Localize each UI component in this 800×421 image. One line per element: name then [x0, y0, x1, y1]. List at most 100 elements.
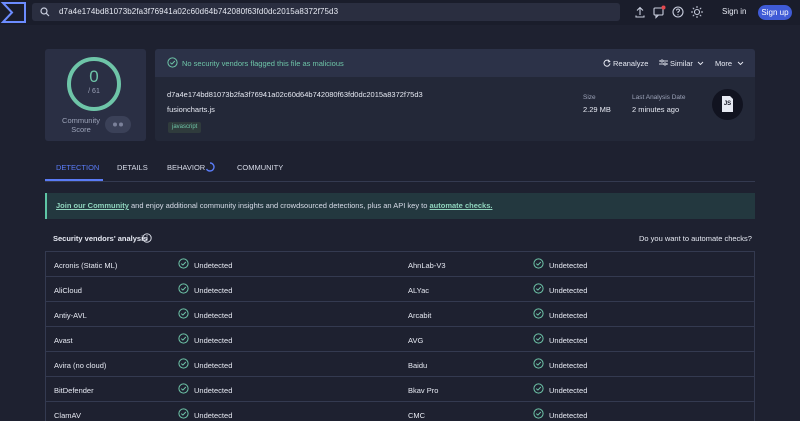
file-tag[interactable]: javascript — [168, 122, 202, 133]
search-icon — [40, 7, 50, 17]
sign-up-button[interactable]: Sign up — [758, 5, 792, 20]
check-circle-icon — [178, 408, 189, 419]
vendor-name: ClamAV — [54, 411, 81, 420]
vendor-name: AhnLab-V3 — [408, 261, 446, 270]
similar-button[interactable]: Similar — [659, 59, 704, 68]
virustotal-logo-icon[interactable] — [0, 0, 28, 25]
vendor-name: Acronis (Static ML) — [54, 261, 118, 270]
table-row: BitDefender Undetected Bkav Pro Undetected — [46, 377, 754, 402]
automate-checks-link[interactable]: automate checks. — [430, 201, 493, 210]
detection-result: Undetected — [549, 386, 588, 395]
community-alert: Join our Community and enjoy additional … — [45, 193, 755, 219]
upload-icon[interactable] — [633, 5, 647, 19]
detection-result: Undetected — [194, 286, 233, 295]
vendor-name: AliCloud — [54, 286, 82, 295]
detection-result: Undetected — [549, 311, 588, 320]
notification-icon[interactable] — [652, 5, 666, 19]
check-circle-icon — [178, 283, 189, 294]
check-circle-icon — [533, 258, 544, 269]
table-row: AliCloud Undetected ALYac Undetected — [46, 277, 754, 302]
vendor-name: BitDefender — [54, 386, 94, 395]
detection-result: Undetected — [194, 311, 233, 320]
table-row: Avast Undetected AVG Undetected — [46, 327, 754, 352]
detection-result: Undetected — [549, 336, 588, 345]
chevron-down-icon — [697, 61, 704, 66]
sign-in-link[interactable]: Sign in — [722, 7, 746, 16]
info-icon[interactable] — [142, 233, 152, 243]
alert-text: and enjoy additional community insights … — [128, 201, 430, 210]
size-value: 2.29 MB — [583, 105, 611, 114]
vendor-name: Avast — [54, 336, 73, 345]
detection-result: Undetected — [194, 336, 233, 345]
detection-count: 0 — [89, 67, 99, 86]
community-score-label: Community Score — [62, 116, 100, 134]
join-community-link[interactable]: Join our Community — [56, 201, 129, 210]
tab-details[interactable]: DETAILS — [117, 163, 148, 172]
check-circle-icon — [533, 383, 544, 394]
check-circle-icon — [178, 358, 189, 369]
detection-result: Undetected — [549, 361, 588, 370]
loading-spinner-icon — [205, 162, 215, 172]
community-vote-toggle[interactable] — [105, 116, 131, 133]
detection-result: Undetected — [549, 261, 588, 270]
reanalyze-button[interactable]: Reanalyze — [603, 59, 648, 68]
size-label: Size — [583, 94, 596, 101]
community-score-card: 0 / 61 Community Score — [45, 49, 146, 141]
search-bar[interactable]: d7a4e174bd81073b2fa3f76941a02c60d64b7420… — [32, 3, 620, 21]
vote-icon — [113, 122, 123, 127]
more-button[interactable]: More — [715, 59, 744, 68]
file-info-panel: No security vendors flagged this file as… — [155, 49, 755, 141]
file-type-icon: JS — [712, 89, 743, 120]
detection-result: Undetected — [549, 286, 588, 295]
tab-behavior[interactable]: BEHAVIOR — [167, 163, 205, 172]
vendor-name: ALYac — [408, 286, 429, 295]
check-circle-icon — [533, 358, 544, 369]
automate-checks-question[interactable]: Do you want to automate checks? — [639, 234, 752, 243]
similar-icon — [659, 59, 668, 66]
table-row: ClamAV Undetected CMC Undetected — [46, 402, 754, 421]
reanalyze-label: Reanalyze — [613, 59, 649, 68]
detection-result: Undetected — [194, 411, 233, 420]
vendor-name: Antiy-AVL — [54, 311, 87, 320]
top-bar: d7a4e174bd81073b2fa3f76941a02c60d64b7420… — [0, 0, 800, 25]
detection-result: Undetected — [194, 361, 233, 370]
check-circle-icon — [178, 258, 189, 269]
analysis-date-value: 2 minutes ago — [632, 105, 680, 114]
check-circle-icon — [533, 308, 544, 319]
detection-total: / 61 — [88, 88, 100, 95]
theme-toggle-icon[interactable] — [690, 5, 704, 19]
similar-label: Similar — [670, 59, 693, 68]
check-circle-icon — [178, 333, 189, 344]
detection-result: Undetected — [549, 411, 588, 420]
vendor-name: Avira (no cloud) — [54, 361, 107, 370]
vendor-name: Arcabit — [408, 311, 432, 320]
tab-community[interactable]: COMMUNITY — [237, 163, 283, 172]
chevron-down-icon — [737, 61, 744, 66]
tabs-divider — [45, 181, 755, 182]
check-circle-icon — [533, 408, 544, 419]
analysis-date-label: Last Analysis Date — [632, 94, 686, 101]
more-label: More — [715, 59, 733, 68]
search-input[interactable]: d7a4e174bd81073b2fa3f76941a02c60d64b7420… — [59, 7, 338, 16]
file-name: fusioncharts.js — [167, 105, 215, 114]
table-row: Acronis (Static ML) Undetected AhnLab-V3 Un… — [46, 252, 754, 277]
detection-result: Undetected — [194, 261, 233, 270]
file-hash[interactable]: d7a4e174bd81073b2fa3f76941a02c60d64b7420… — [167, 90, 423, 99]
check-circle-icon — [178, 308, 189, 319]
check-circle-icon — [533, 283, 544, 294]
vendor-name: Bkav Pro — [408, 386, 439, 395]
verdict-text: No security vendors flagged this file as… — [182, 59, 344, 68]
vendors-analysis-title: Security vendors' analysis — [53, 234, 148, 243]
vendor-results-table: Acronis (Static ML) Undetected AhnLab-V3 Un… — [45, 251, 755, 421]
check-circle-icon — [533, 333, 544, 344]
refresh-icon — [603, 59, 611, 67]
vendor-name: Baidu — [408, 361, 428, 370]
help-icon[interactable] — [671, 5, 685, 19]
tab-detection[interactable]: DETECTION — [56, 163, 99, 172]
file-type-label: JS — [723, 101, 732, 107]
check-circle-icon — [178, 383, 189, 394]
vendor-name: AVG — [408, 336, 424, 345]
verdict-banner: No security vendors flagged this file as… — [155, 49, 755, 77]
table-row: Avira (no cloud) Undetected Baidu Undetecte… — [46, 352, 754, 377]
detection-result: Undetected — [194, 386, 233, 395]
